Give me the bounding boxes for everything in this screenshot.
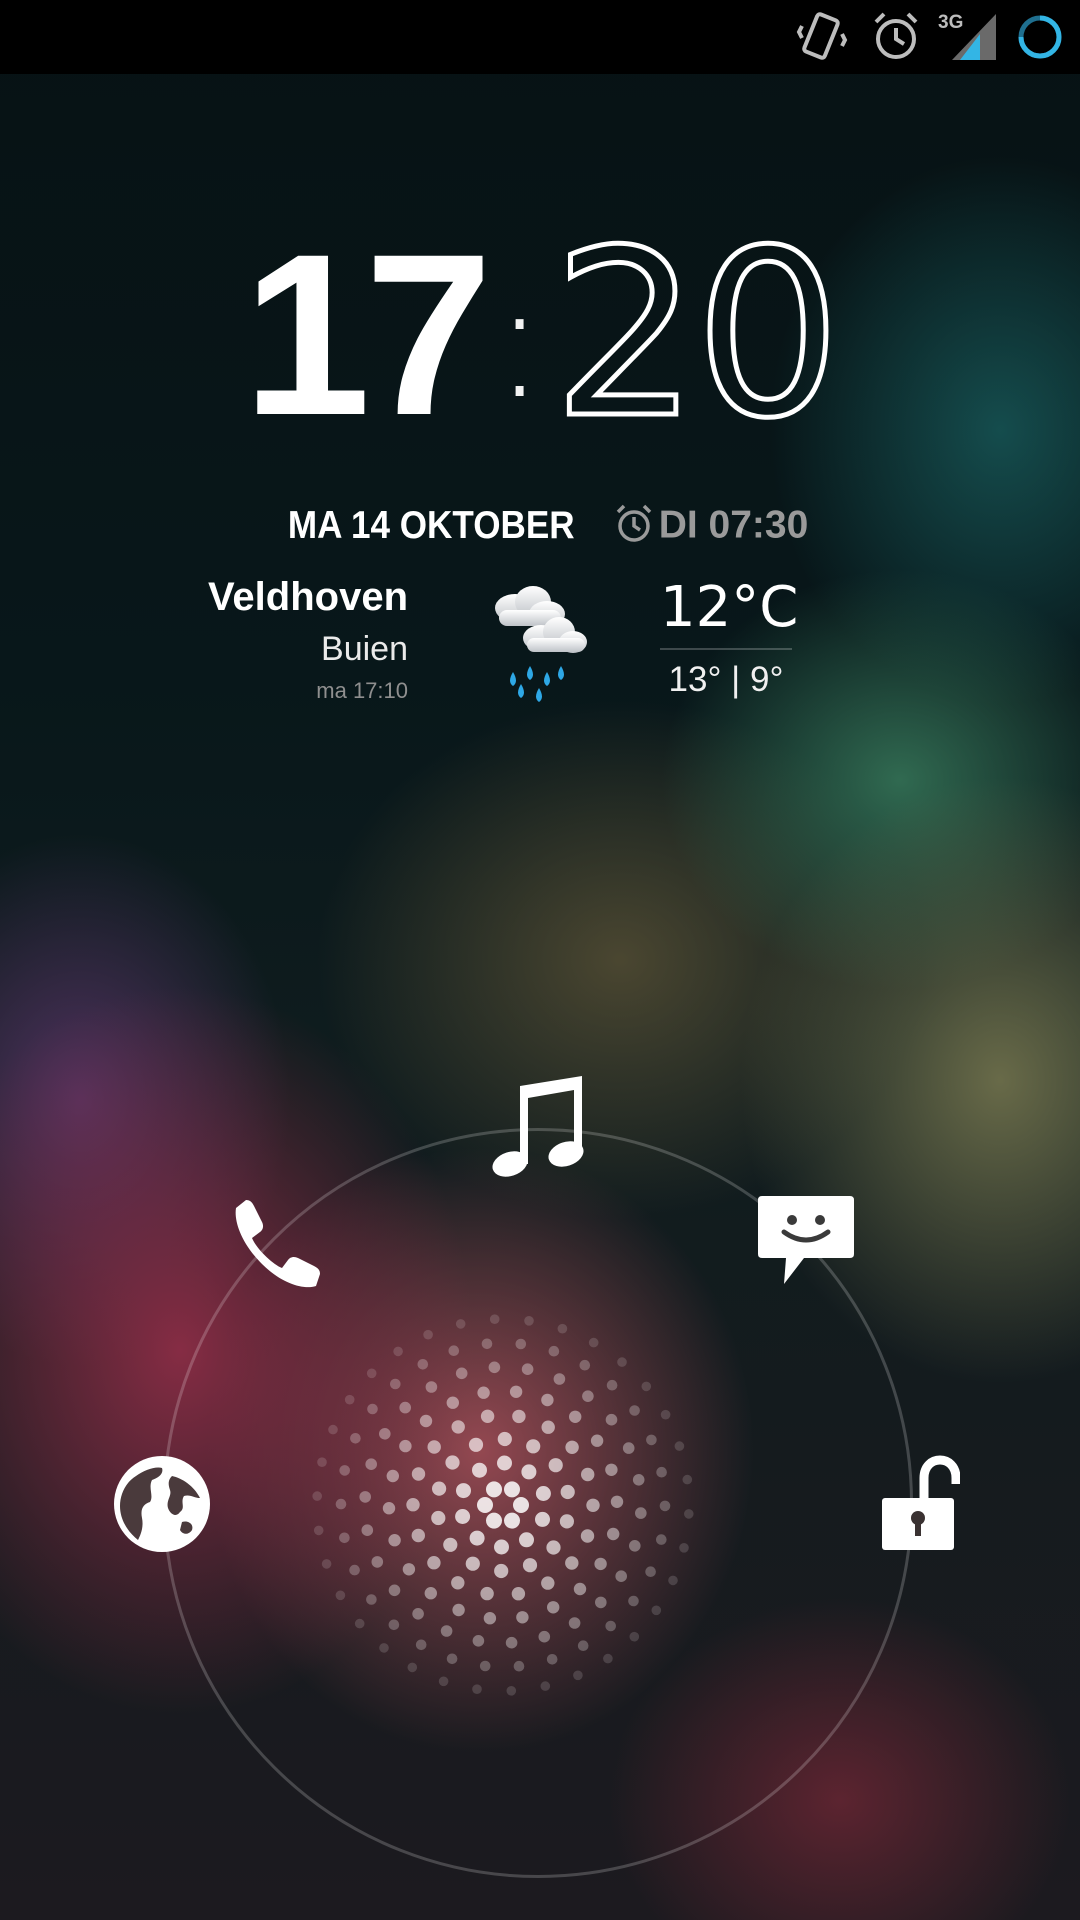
music-icon[interactable] — [484, 1072, 594, 1187]
lockscreen: 3G 17:20 MA 14 OKTOBER DI 07:30 Veldhove… — [0, 0, 1080, 1920]
glowpad-handle-dots[interactable] — [0, 0, 1080, 1920]
message-icon[interactable] — [756, 1192, 856, 1293]
browser-globe-icon[interactable] — [110, 1452, 214, 1561]
unlock-icon[interactable] — [880, 1454, 961, 1559]
phone-icon[interactable] — [220, 1190, 330, 1305]
